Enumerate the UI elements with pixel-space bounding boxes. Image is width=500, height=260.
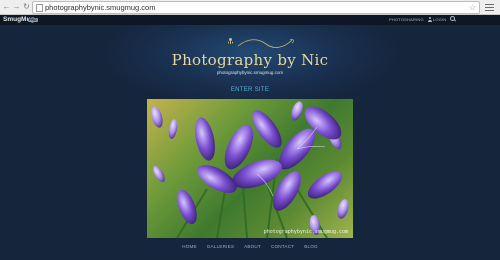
reload-icon[interactable]: ↻ — [22, 2, 31, 11]
nav-contact[interactable]: CONTACT — [271, 243, 294, 251]
forward-arrow-icon[interactable]: → — [12, 2, 21, 11]
site-subtitle: photographybynic.smugmug.com — [216, 70, 284, 75]
photosharing-link[interactable]: PHOTOSHARING — [389, 17, 424, 23]
pro-badge: PRO — [28, 18, 38, 22]
photo-watermark: photographybynic.smugmug.com — [263, 229, 348, 235]
menu-icon[interactable] — [484, 2, 495, 12]
search-icon[interactable] — [450, 16, 455, 21]
nav-home[interactable]: HOME — [182, 243, 197, 251]
nav-blog[interactable]: BLOG — [304, 243, 318, 251]
nav-about[interactable]: ABOUT — [244, 243, 261, 251]
site-content: Photography by Nic photographybynic.smug… — [0, 25, 500, 260]
bee-icon — [226, 38, 235, 45]
nav-galleries[interactable]: GALLERIES — [207, 243, 234, 251]
back-arrow-icon[interactable]: ← — [2, 2, 11, 11]
flower-illustration — [151, 101, 349, 238]
page-icon — [36, 4, 43, 12]
browser-toolbar: ← → ↻ photographybynic.smugmug.com ☆ — [0, 0, 500, 15]
login-link[interactable]: LOGIN — [433, 17, 446, 23]
swirl-ornament — [237, 38, 294, 48]
enter-site-link[interactable]: ENTER SITE — [200, 86, 300, 94]
smugmug-header: SmugMug PRO PHOTOSHARING LOGIN — [0, 15, 500, 25]
user-icon[interactable] — [427, 17, 432, 22]
address-bar[interactable]: photographybynic.smugmug.com ☆ — [32, 1, 480, 14]
site-title: Photography by Nic — [171, 51, 329, 69]
featured-photo[interactable]: photographybynic.smugmug.com — [147, 99, 353, 238]
bookmark-star-icon[interactable]: ☆ — [469, 2, 476, 13]
url-text[interactable]: photographybynic.smugmug.com — [45, 2, 155, 13]
footer-navigation: HOME GALLERIES ABOUT CONTACT BLOG — [0, 243, 500, 251]
